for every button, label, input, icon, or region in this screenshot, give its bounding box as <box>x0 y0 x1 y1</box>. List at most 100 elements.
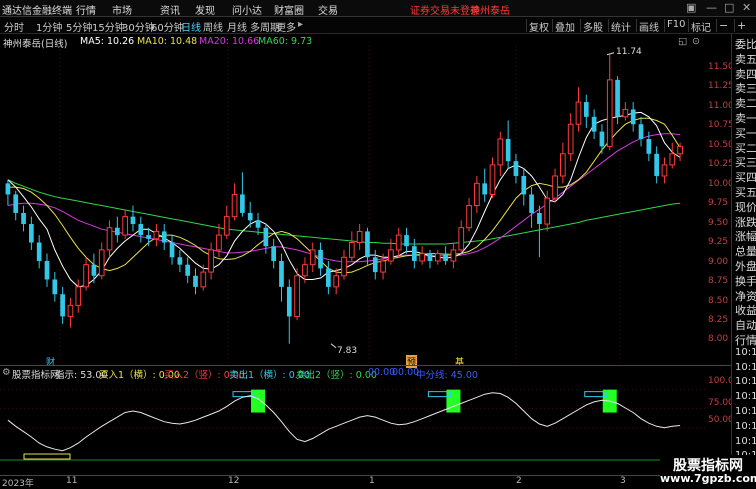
candle-body-up <box>489 164 496 195</box>
candle-body-down <box>52 279 58 295</box>
candle-body-down <box>286 286 292 317</box>
candle-body-down <box>29 224 34 243</box>
y-tick: 9.00 <box>708 257 729 267</box>
period-60min[interactable]: 60分钟 <box>151 19 184 34</box>
y-tick: 9.75 <box>708 198 729 208</box>
stock-name-header: 神州泰岳 <box>470 6 510 17</box>
biaoji-button[interactable]: 标记 <box>688 19 713 34</box>
f10-button[interactable]: F10 <box>664 19 687 32</box>
period-fenshi[interactable]: 分时 <box>4 19 24 34</box>
plus-button[interactable]: + <box>734 19 748 32</box>
indicator-gear-icon[interactable]: ⚙ <box>2 367 11 378</box>
candle-body-down <box>44 260 50 280</box>
period-1min[interactable]: 1分钟 <box>36 19 62 34</box>
pane-divider <box>0 365 731 366</box>
candle-body-down <box>146 235 151 239</box>
side-panel-label: 买五 <box>735 186 756 199</box>
side-panel-label: 卖一 <box>735 112 756 125</box>
candle-body-up <box>216 234 222 251</box>
diejia-button[interactable]: 叠加 <box>552 19 577 34</box>
x-tick: 1 <box>369 476 375 486</box>
candle-body-down <box>615 79 620 117</box>
menu-item-zixun[interactable]: 资讯 <box>160 2 180 17</box>
kline-chart[interactable] <box>0 46 708 366</box>
period-30min[interactable]: 30分钟 <box>122 19 155 34</box>
side-panel-label: 现价 <box>735 200 756 214</box>
candle-body-down <box>21 212 26 225</box>
low-price-label: 7.83 <box>337 346 358 356</box>
y-tick: 8.25 <box>708 315 729 325</box>
y-tick: 10.00 <box>708 179 734 189</box>
menu-item-jiaoyi[interactable]: 交易 <box>318 2 338 17</box>
side-panel-label: 10:1 <box>735 435 756 447</box>
high-pointer <box>606 52 615 56</box>
candle-body-up <box>622 108 629 118</box>
side-panel-label: 买一 <box>735 126 756 140</box>
y-tick: 10.25 <box>708 159 734 169</box>
candle-body-up <box>380 260 386 273</box>
candle-body-down <box>365 231 370 258</box>
menu-item-caifuquan[interactable]: 财富圈 <box>274 2 304 17</box>
indicator-line <box>7 392 681 452</box>
candle-body-up <box>67 304 74 317</box>
period-more[interactable]: 更多 <box>276 19 296 34</box>
candle-body-down <box>36 242 42 261</box>
candle-body-down <box>521 175 527 195</box>
candle-body-up <box>333 275 340 288</box>
side-panel-label: 涨幅 <box>735 230 756 244</box>
period-weekly[interactable]: 周线 <box>203 19 223 34</box>
menu-bar: 通达信金融终端 行情 市场 资讯 发现 问小达 财富圈 交易 证券交易未登录 神… <box>0 0 756 17</box>
period-toolbar: 分时 1分钟 5分钟 15分钟 30分钟 60分钟 日线 周线 月线 多周期 更… <box>0 17 756 34</box>
indicator-chart[interactable] <box>0 378 708 476</box>
quote-side-panel[interactable]: 委比 卖五 卖四 卖三 卖二 卖一 买一 买二 买三 买四 买五 现价 涨跌 涨幅 总量 外盘 换手 净资 收益 自动… <box>731 34 756 479</box>
candle-body-down <box>630 109 636 125</box>
y-tick: 8.50 <box>708 296 729 306</box>
period-5min[interactable]: 5分钟 <box>66 19 92 34</box>
candle-body-up <box>302 264 308 277</box>
side-panel-label: 净资 <box>735 289 756 303</box>
huaxian-button[interactable]: 画线 <box>636 19 661 34</box>
candle-body-up <box>309 249 316 266</box>
restore-icon[interactable]: ▣ <box>686 1 696 14</box>
side-panel-label: 10:1 <box>735 346 756 358</box>
candle-body-down <box>599 131 605 147</box>
candle-body-up <box>75 286 82 306</box>
menu-item-shichang[interactable]: 市场 <box>112 2 132 17</box>
side-panel-label: 委比 <box>735 38 756 51</box>
candle-body-up <box>231 193 238 218</box>
minimize-icon[interactable]: — <box>706 1 717 14</box>
minus-button[interactable]: − <box>716 19 730 32</box>
high-price-label: 11.74 <box>616 47 642 57</box>
y-tick: 9.50 <box>708 218 729 228</box>
side-panel-label: 买四 <box>735 171 756 185</box>
period-15min[interactable]: 15分钟 <box>92 19 125 34</box>
candle-body-up <box>208 249 214 273</box>
period-daily[interactable]: 日线 <box>181 19 201 34</box>
candle-body-down <box>482 183 488 195</box>
candle-body-down <box>638 124 644 140</box>
more-arrow-icon[interactable]: ▸ <box>298 19 303 30</box>
candle-body-up <box>606 79 613 147</box>
y-tick: 10.50 <box>708 140 734 150</box>
menu-item-hangqing[interactable]: 行情 <box>76 2 96 17</box>
candle-body-down <box>654 153 659 176</box>
close-icon[interactable]: ✕ <box>742 1 751 14</box>
x-tick: 2 <box>516 476 522 486</box>
candle-body-down <box>443 253 448 261</box>
candle-body-down <box>404 235 409 247</box>
side-panel-label: 卖二 <box>735 97 756 111</box>
menu-item-wenxiaoda[interactable]: 问小达 <box>232 2 262 17</box>
side-panel-label: 卖五 <box>735 52 756 66</box>
candle-body-up <box>474 182 480 207</box>
candle-body-down <box>279 260 284 287</box>
menu-item-faxian[interactable]: 发现 <box>195 2 215 17</box>
duogu-button[interactable]: 多股 <box>580 19 605 34</box>
candle-body-down <box>255 220 261 228</box>
tongji-button[interactable]: 统计 <box>608 19 633 34</box>
candle-body-up <box>544 197 551 225</box>
maximize-icon[interactable]: □ <box>724 1 734 14</box>
side-panel-label: 行情 <box>735 334 756 347</box>
candle-body-down <box>505 139 511 162</box>
fuquan-button[interactable]: 复权 <box>526 19 551 34</box>
period-monthly[interactable]: 月线 <box>227 19 247 34</box>
